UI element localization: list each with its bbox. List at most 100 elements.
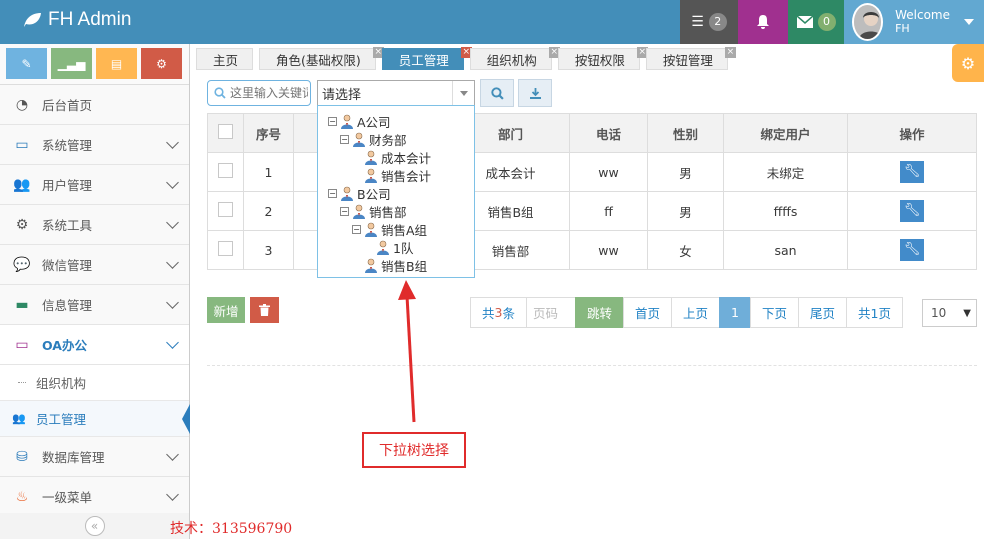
tasks-badge: 2 [708, 13, 727, 31]
org-tree-dropdown: − A公司 − 财务部 成本会计 销售会计 − B公司 − 销售部 − 销售A组 1队 销售B组 [317, 105, 475, 278]
sidebar-subitem[interactable]: 👥 员工管理 [0, 401, 190, 437]
sidebar-subitem-label: 员工管理 [36, 412, 87, 427]
last-page-button[interactable]: 尾页 [798, 297, 848, 328]
sidebar-item-label: 数据库管理 [42, 450, 105, 465]
tree-node[interactable]: 成本会计 [328, 148, 474, 166]
sidebar-item-chat[interactable]: 💬 微信管理 [0, 245, 189, 285]
person-icon [365, 150, 377, 165]
sidebar-item-dashboard[interactable]: ◔ 后台首页 [0, 85, 189, 125]
tasks-button[interactable]: ☰ 2 [680, 0, 738, 44]
tree-node-label: 1队 [393, 240, 414, 256]
person-icon [365, 168, 377, 183]
delete-button[interactable] [250, 297, 279, 323]
tree-node[interactable]: − 销售部 [328, 202, 474, 220]
tab-5[interactable]: 按钮管理 × [645, 47, 736, 70]
cell-no: 3 [243, 230, 294, 270]
page-size-select[interactable]: 10 [922, 299, 977, 327]
search-box [207, 80, 311, 106]
messages-button[interactable]: 0 [788, 0, 844, 44]
tree-node-label: 销售B组 [381, 258, 428, 274]
total-pages: 共1页 [846, 297, 903, 328]
row-checkbox[interactable] [218, 202, 233, 217]
tab-0[interactable]: 主页 [196, 48, 254, 70]
sidebar-collapse[interactable]: « [0, 513, 189, 539]
user-menu[interactable]: Welcome FH [844, 0, 984, 44]
collapse-toggle-icon[interactable]: − [340, 206, 349, 216]
chevron-down-icon [166, 488, 179, 501]
person-icon [365, 222, 377, 237]
bell-icon [757, 15, 769, 29]
tree-node-label: 成本会计 [381, 150, 432, 166]
tab-2[interactable]: 员工管理 × [381, 47, 472, 70]
search-icon [214, 87, 226, 99]
collapse-toggle-icon[interactable]: − [352, 224, 361, 234]
search-button[interactable] [480, 79, 514, 107]
cell-phone: ww [569, 152, 648, 192]
tree-node[interactable]: − B公司 [328, 184, 474, 202]
collapse-toggle-icon[interactable]: − [328, 188, 337, 198]
tab-1[interactable]: 角色(基础权限) × [259, 47, 384, 70]
row-select-cell[interactable] [207, 230, 244, 270]
current-page[interactable]: 1 [719, 297, 751, 328]
row-select-cell[interactable] [207, 152, 244, 192]
sidebar-item-users[interactable]: 👥 用户管理 [0, 165, 189, 205]
page-input[interactable]: 页码 [525, 297, 576, 328]
sidebar: ✎ ▁▃▅ ▤ ⚙ ◔ 后台首页 ▭ 系统管理 👥 用户管理 ⚙ 系统工具 💬 微信管理 ▬ 信息管理… [0, 44, 190, 539]
close-icon[interactable]: × [724, 47, 736, 58]
select-all-cell[interactable] [207, 113, 244, 153]
cogs-icon[interactable]: ⚙ [141, 48, 182, 79]
book-icon[interactable]: ▤ [96, 48, 137, 79]
sidebar-item-label: 微信管理 [42, 258, 93, 273]
signal-icon[interactable]: ▁▃▅ [51, 48, 92, 79]
first-page-button[interactable]: 首页 [623, 297, 673, 328]
tree-node-label: 销售A组 [381, 222, 428, 238]
edit-wrench-icon[interactable]: 🔧︎ [900, 161, 924, 183]
col-phone: 电话 [569, 113, 648, 153]
pencil-icon[interactable]: ✎ [6, 48, 47, 79]
export-button[interactable] [518, 79, 552, 107]
edit-wrench-icon[interactable]: 🔧︎ [900, 200, 924, 222]
sidebar-menu: ◔ 后台首页 ▭ 系统管理 👥 用户管理 ⚙ 系统工具 💬 微信管理 ▬ 信息管理 ▭ OA办公组织机构 👥… [0, 85, 190, 517]
tree-node[interactable]: − 销售A组 [328, 220, 474, 238]
tab-4[interactable]: 按钮权限 × [557, 47, 648, 70]
row-checkbox[interactable] [218, 241, 233, 256]
cell-no: 1 [243, 152, 294, 192]
tree-node[interactable]: − 财务部 [328, 130, 474, 148]
sidebar-subitem-label: 组织机构 [36, 376, 87, 391]
org-tree-select[interactable]: 请选择 [317, 80, 475, 106]
tree-node[interactable]: 销售会计 [328, 166, 474, 184]
collapse-toggle-icon[interactable]: − [328, 116, 337, 126]
sidebar-item-fire[interactable]: ♨ 一级菜单 [0, 477, 189, 517]
caret-down-icon [964, 19, 974, 25]
collapse-toggle-icon[interactable]: − [340, 134, 349, 144]
sidebar-item-hdd[interactable]: ⛁ 数据库管理 [0, 437, 189, 477]
search-input[interactable] [230, 86, 308, 100]
tab-3[interactable]: 组织机构 × [469, 47, 560, 70]
sidebar-item-laptop[interactable]: ▭ OA办公 [0, 325, 189, 365]
tab-label: 角色(基础权限) [276, 52, 361, 68]
select-all-checkbox[interactable] [218, 124, 233, 139]
chevron-down-icon[interactable] [452, 81, 474, 105]
sidebar-subitem[interactable]: 组织机构 [0, 365, 189, 401]
cell-sex: 男 [647, 191, 724, 231]
tech-contact: 技术：313596790 [170, 521, 293, 537]
sidebar-item-gear[interactable]: ⚙ 系统工具 [0, 205, 189, 245]
next-page-button[interactable]: 下页 [749, 297, 799, 328]
sidebar-item-desktop[interactable]: ▭ 系统管理 [0, 125, 189, 165]
person-icon [365, 258, 377, 273]
jump-button[interactable]: 跳转 [574, 297, 624, 328]
tree-node[interactable]: 1队 [328, 238, 474, 256]
row-checkbox[interactable] [218, 163, 233, 178]
select-value: 请选择 [322, 87, 362, 103]
add-button[interactable]: 新增 [207, 297, 245, 323]
edit-wrench-icon[interactable]: 🔧︎ [900, 239, 924, 261]
tree-node[interactable]: 销售B组 [328, 256, 474, 274]
col-bind-user: 绑定用户 [723, 113, 848, 153]
brand[interactable]: FH Admin [22, 9, 131, 31]
sidebar-item-card[interactable]: ▬ 信息管理 [0, 285, 189, 325]
prev-page-button[interactable]: 上页 [671, 297, 721, 328]
tree-node[interactable]: − A公司 [328, 112, 474, 130]
notifications-button[interactable] [738, 0, 788, 44]
settings-gear-icon[interactable]: ⚙ [952, 44, 984, 82]
row-select-cell[interactable] [207, 191, 244, 231]
